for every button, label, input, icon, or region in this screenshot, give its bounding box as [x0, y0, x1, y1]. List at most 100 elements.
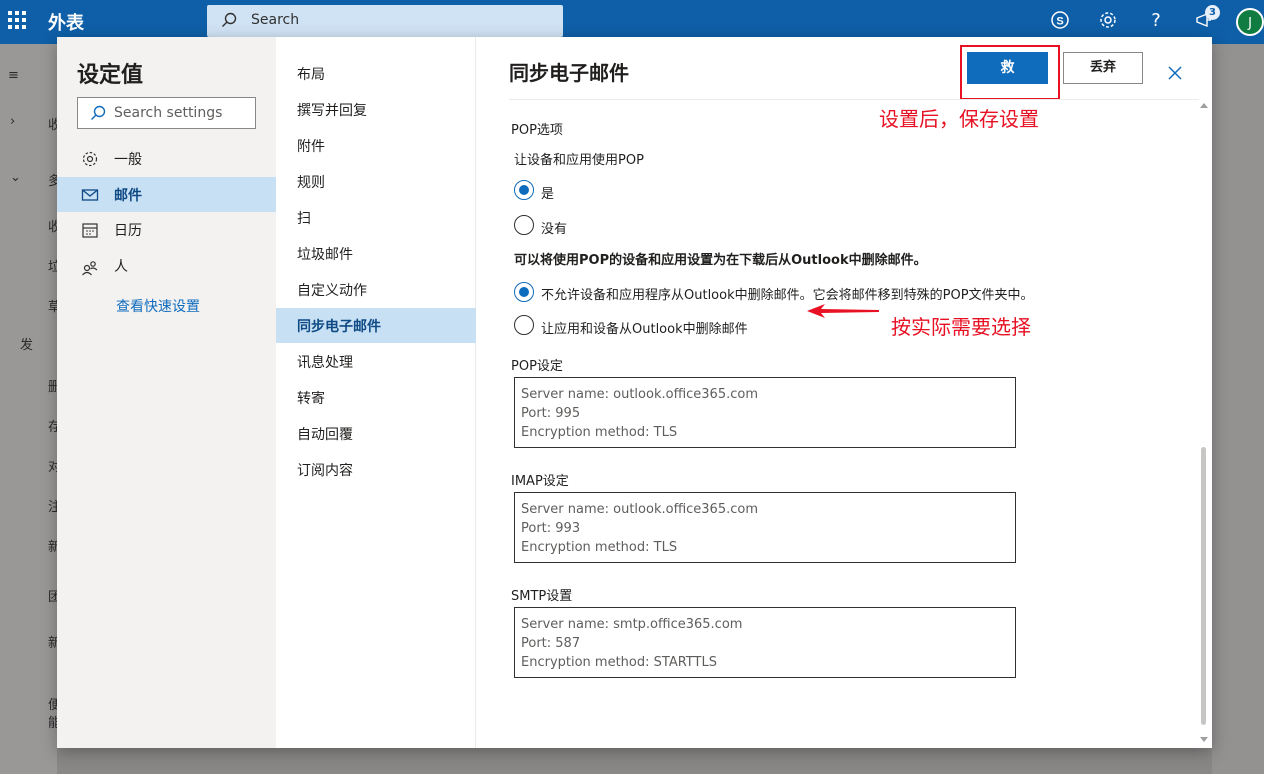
delete-option-2-radio[interactable] — [514, 315, 534, 335]
settings-content-pane: 同步电子邮件 救 丢弃 设置后，保存设置 POP选项 让设备和应用使用POP 是… — [477, 37, 1212, 748]
settings-categories-panel: 设定值 Search settings 一般 邮件 日历 人 查看快速设置 — [57, 37, 276, 748]
subcategory-label: 垃圾邮件 — [297, 247, 353, 263]
delete-option-2-label: 让应用和设备从Outlook中删除邮件 — [541, 322, 748, 337]
subcategory-sync-email[interactable]: 同步电子邮件 — [276, 308, 476, 343]
pop-server-name: Server name: outlook.office365.com — [521, 387, 758, 402]
gear-icon[interactable] — [1097, 10, 1119, 32]
calendar-icon — [81, 221, 99, 239]
subcategory-compose[interactable]: 撰写并回复 — [276, 92, 476, 127]
avatar[interactable]: J — [1236, 8, 1264, 36]
close-icon[interactable] — [1166, 64, 1184, 82]
global-search-input[interactable]: Search — [207, 5, 563, 37]
background-content — [1212, 44, 1264, 774]
subcategory-label: 附件 — [297, 139, 325, 155]
subcategory-label: 自动回覆 — [297, 427, 353, 443]
subcategory-actions[interactable]: 自定义动作 — [276, 272, 476, 307]
subcategory-label: 自定义动作 — [297, 283, 367, 299]
help-icon[interactable]: ? — [1145, 10, 1167, 32]
smtp-settings-heading: SMTP设置 — [511, 589, 573, 604]
settings-dialog: 设定值 Search settings 一般 邮件 日历 人 查看快速设置 布局… — [57, 37, 1212, 748]
category-calendar[interactable]: 日历 — [57, 212, 276, 247]
settings-title: 设定值 — [77, 63, 144, 88]
pane-title: 同步电子邮件 — [509, 61, 629, 85]
allow-pop-no-label: 没有 — [541, 222, 568, 237]
delete-option-1-label: 不允许设备和应用程序从Outlook中删除邮件。它会将邮件移到特殊的POP文件夹… — [541, 288, 1034, 303]
app-launcher-icon[interactable] — [8, 11, 26, 29]
subcategory-message-handling[interactable]: 讯息处理 — [276, 344, 476, 379]
settings-search-input[interactable]: Search settings — [77, 97, 256, 129]
subcategory-label: 同步电子邮件 — [297, 319, 381, 335]
notification-badge: 3 — [1205, 5, 1220, 20]
category-label: 日历 — [114, 223, 142, 239]
gear-icon — [81, 150, 99, 168]
bg-fragment: 发 — [20, 338, 34, 353]
save-button[interactable]: 救 — [967, 52, 1048, 84]
imap-settings-heading: IMAP设定 — [511, 474, 569, 489]
subcategory-auto-replies[interactable]: 自动回覆 — [276, 416, 476, 451]
subcategory-rules[interactable]: 规则 — [276, 164, 476, 199]
category-label: 邮件 — [114, 188, 142, 204]
subcategory-subscriptions[interactable]: 订阅内容 — [276, 452, 476, 487]
hamburger-icon: ≡ — [8, 68, 19, 83]
imap-settings-box: Server name: outlook.office365.com Port:… — [514, 492, 1016, 563]
pane-scrollbar[interactable] — [1199, 103, 1208, 743]
pop-settings-heading: POP设定 — [511, 359, 563, 374]
subcategory-label: 撰写并回复 — [297, 103, 367, 119]
chevron-down-icon: ⌄ — [10, 170, 21, 185]
pop-encryption: Encryption method: TLS — [521, 425, 678, 440]
pop-settings-box: Server name: outlook.office365.com Port:… — [514, 377, 1016, 448]
svg-text:S: S — [1056, 16, 1063, 28]
category-label: 人 — [114, 259, 128, 275]
pop-port: Port: 995 — [521, 406, 581, 421]
settings-subcategories-panel: 布局 撰写并回复 附件 规则 扫 垃圾邮件 自定义动作 同步电子邮件 讯息处理 … — [276, 37, 476, 748]
category-people[interactable]: 人 — [57, 250, 276, 285]
category-label: 一般 — [114, 152, 142, 168]
delete-question: 可以将使用POP的设备和应用设置为在下载后从Outlook中删除邮件。 — [514, 253, 927, 268]
mail-icon — [81, 186, 99, 204]
chevron-right-icon: › — [10, 114, 16, 129]
app-title[interactable]: 外表 — [48, 9, 84, 35]
subcategory-attachments[interactable]: 附件 — [276, 128, 476, 163]
allow-pop-yes-radio[interactable] — [514, 180, 534, 200]
allow-pop-no-radio[interactable] — [514, 215, 534, 235]
scroll-up-icon[interactable] — [1200, 103, 1208, 108]
pane-divider — [509, 99, 1199, 100]
pop-options-heading: POP选项 — [511, 123, 563, 138]
subcategory-forwarding[interactable]: 转寄 — [276, 380, 476, 415]
choose-annotation: 按实际需要选择 — [891, 315, 1031, 339]
smtp-settings-box: Server name: smtp.office365.com Port: 58… — [514, 607, 1016, 678]
scroll-down-icon[interactable] — [1200, 737, 1208, 742]
smtp-port: Port: 587 — [521, 636, 581, 651]
category-mail[interactable]: 邮件 — [57, 177, 276, 212]
subcategory-label: 布局 — [297, 67, 325, 83]
subcategory-label: 订阅内容 — [297, 463, 353, 479]
subcategory-junk[interactable]: 垃圾邮件 — [276, 236, 476, 271]
subcategory-layout[interactable]: 布局 — [276, 56, 476, 91]
view-quick-settings-link[interactable]: 查看快速设置 — [116, 296, 200, 316]
discard-button[interactable]: 丢弃 — [1063, 52, 1143, 84]
search-icon — [221, 12, 237, 32]
imap-port: Port: 993 — [521, 521, 581, 536]
skype-icon[interactable]: S — [1049, 10, 1071, 32]
allow-pop-yes-label: 是 — [541, 187, 555, 202]
category-general[interactable]: 一般 — [57, 141, 276, 176]
scroll-thumb[interactable] — [1201, 447, 1206, 725]
people-icon — [81, 259, 99, 277]
subcategory-label: 转寄 — [297, 391, 325, 407]
subcategory-label: 规则 — [297, 175, 325, 191]
imap-server-name: Server name: outlook.office365.com — [521, 502, 758, 517]
arrow-left-icon — [807, 304, 879, 318]
global-search-placeholder: Search — [251, 12, 300, 28]
delete-option-1-radio[interactable] — [514, 282, 534, 302]
search-icon — [90, 105, 106, 125]
allow-pop-question: 让设备和应用使用POP — [514, 153, 644, 168]
smtp-server-name: Server name: smtp.office365.com — [521, 617, 743, 632]
imap-encryption: Encryption method: TLS — [521, 540, 678, 555]
smtp-encryption: Encryption method: STARTTLS — [521, 655, 717, 670]
settings-search-placeholder: Search settings — [114, 105, 223, 121]
subcategory-label: 讯息处理 — [297, 355, 353, 371]
save-annotation: 设置后，保存设置 — [879, 107, 1039, 131]
subcategory-sweep[interactable]: 扫 — [276, 200, 476, 235]
subcategory-label: 扫 — [297, 211, 311, 227]
background-nav: ≡ › 收 ⌄ 多 收 垃 草 发 删 存 对 注 新 团 新 便 能 — [0, 44, 61, 774]
